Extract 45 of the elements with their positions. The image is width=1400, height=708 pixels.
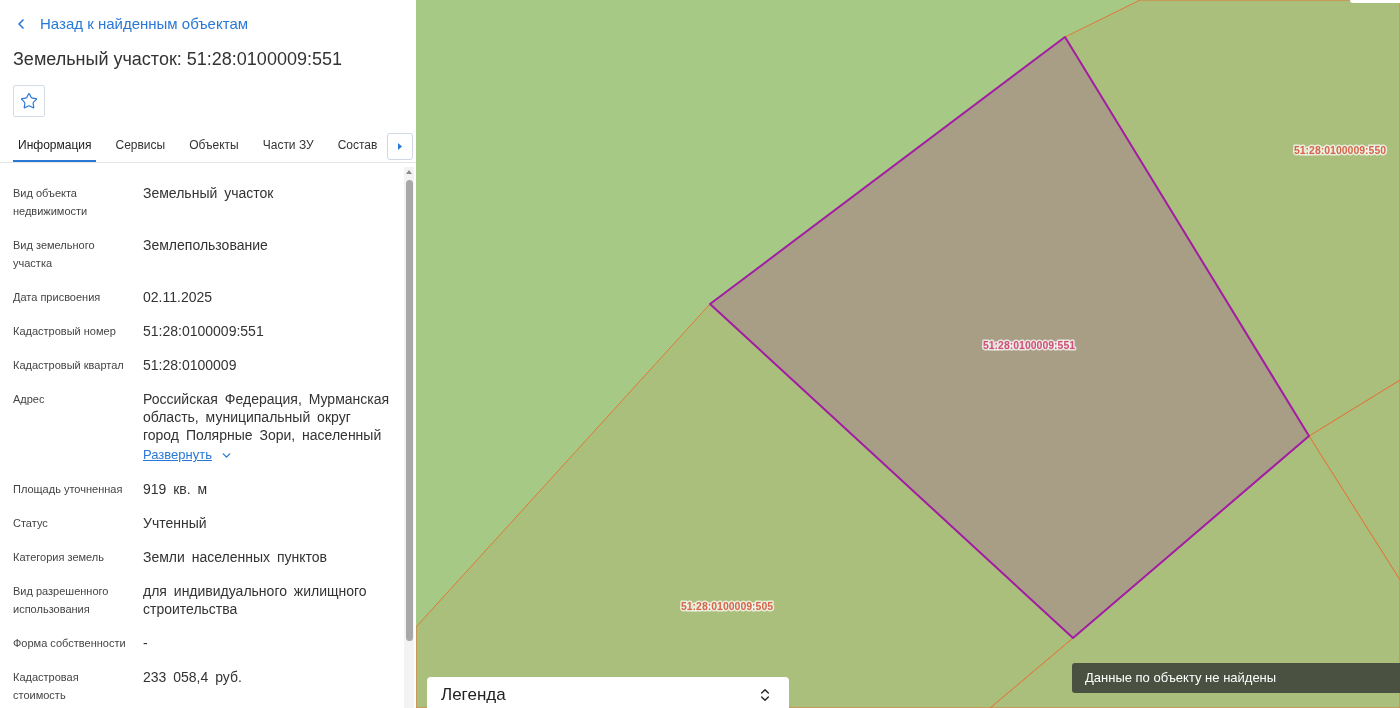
field-value: 919 кв. м xyxy=(143,480,208,498)
tab[interactable]: Части ЗУ xyxy=(257,131,319,162)
map[interactable]: 51:28:0100009:550 51:28:0100009:551 51:28:0100009:505 Легенда Данные по объекту не найдены xyxy=(416,0,1400,708)
parcel-label: 51:28:0100009:550 xyxy=(1293,144,1387,156)
field-value: - xyxy=(143,634,148,652)
triangle-right-icon xyxy=(398,143,402,150)
field-value: для индивидуального жилищного строительства xyxy=(143,582,368,618)
field-label: Кадастровый номер xyxy=(13,324,117,339)
tabs-scroll-button[interactable] xyxy=(387,133,413,160)
toast-message: Данные по объекту не найдены xyxy=(1072,663,1400,693)
field-value: Землепользование xyxy=(143,236,268,254)
parcel-label: 51:28:0100009:505 xyxy=(680,600,774,612)
parcel-label: 51:28:0100009:551 xyxy=(982,339,1076,351)
map-control[interactable] xyxy=(1350,0,1400,3)
field-value: 02.11.2025 xyxy=(143,288,213,306)
tab[interactable]: Объекты xyxy=(184,131,244,162)
field-value: 51:28:0100009 xyxy=(143,356,237,374)
field-label: Площадь уточненная xyxy=(13,482,124,497)
scroll-up-icon[interactable] xyxy=(406,170,412,174)
field-value: Учтенный xyxy=(143,514,207,532)
field-label: Адрес xyxy=(13,392,46,407)
scrollbar-thumb[interactable] xyxy=(405,180,413,641)
tab[interactable]: Состав xyxy=(332,131,383,162)
field-label: Вид земельного участка xyxy=(13,238,96,271)
field-value: Российская Федерация, Мурманская область, муниципальный округ город Полярные Зори, населенный xyxy=(143,390,391,444)
field-label: Дата присвоения xyxy=(13,290,102,305)
field-label: Кадастровая стоимость xyxy=(13,670,80,703)
field-value: 233 058,4 руб. xyxy=(143,668,242,686)
expand-link[interactable]: Развернуть xyxy=(143,446,233,464)
field-label: Статус xyxy=(13,516,49,531)
favorite-button[interactable] xyxy=(13,85,45,117)
field-value: Земельный участок xyxy=(143,184,274,202)
page-title: Земельный участок: 51:28:0100009:551 xyxy=(13,48,342,71)
field-label: Вид разрешенного использования xyxy=(13,584,110,617)
tab[interactable]: Сервисы xyxy=(110,131,171,162)
scrollbar[interactable] xyxy=(404,167,414,708)
field-value: Земли населенных пунктов xyxy=(143,548,328,566)
field-label: Категория земель xyxy=(13,550,105,565)
back-link[interactable]: Назад к найденным объектам xyxy=(13,15,249,33)
field-label: Кадастровый квартал xyxy=(13,358,125,373)
tab[interactable]: Информация xyxy=(13,131,97,162)
field-label: Форма собственности xyxy=(13,636,127,651)
legend-panel[interactable]: Легенда xyxy=(427,677,789,708)
field-value: 51:28:0100009:551 xyxy=(143,322,264,340)
field-label: Вид объекта недвижимости xyxy=(13,186,89,219)
